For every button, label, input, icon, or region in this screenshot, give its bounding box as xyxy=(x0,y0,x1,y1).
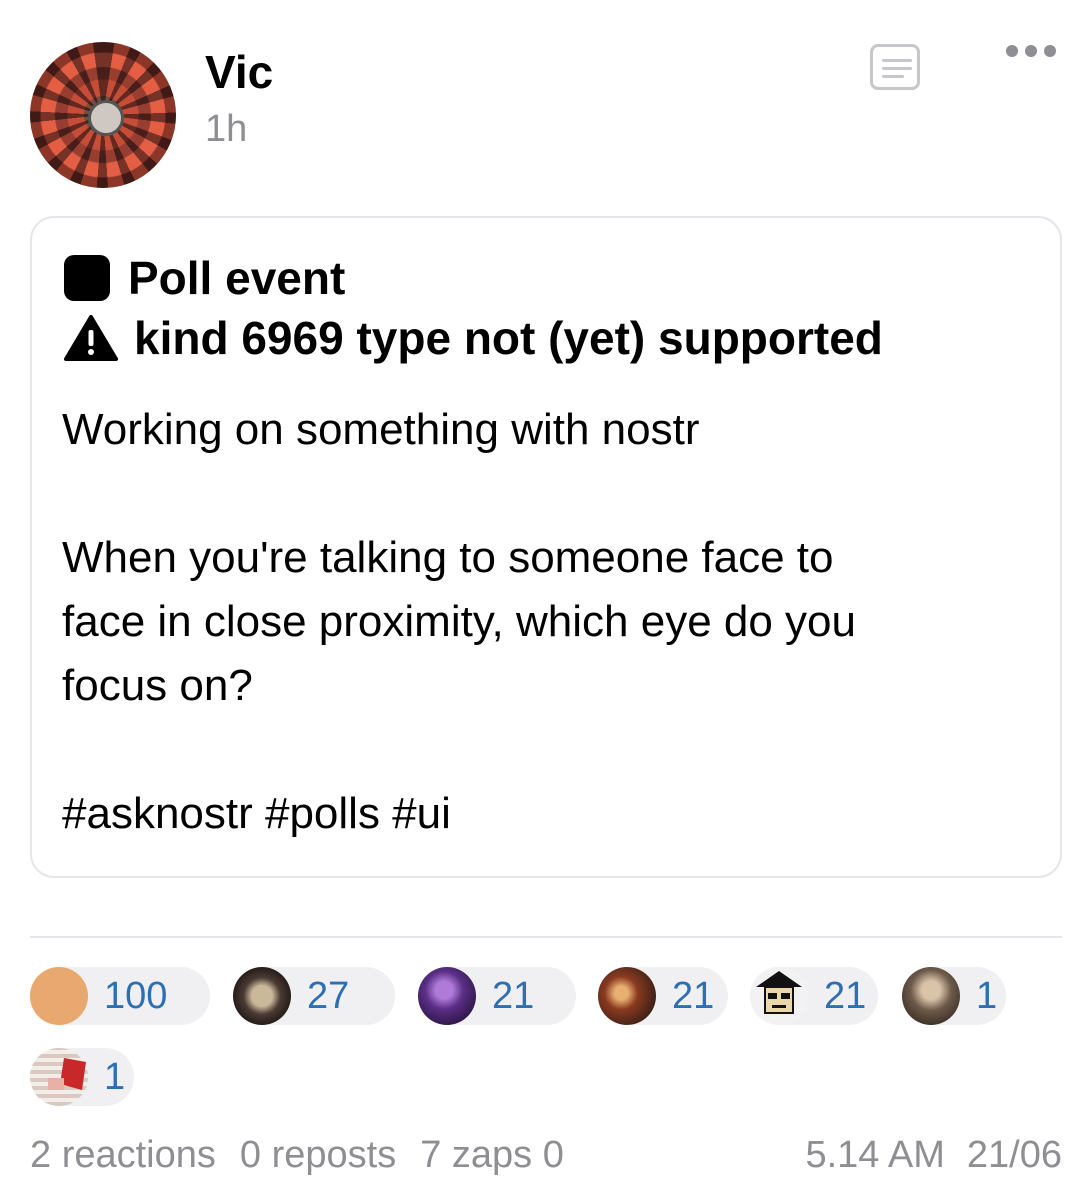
zap-amount: 1 xyxy=(104,1055,126,1098)
more-options-icon[interactable] xyxy=(1006,40,1062,62)
post-timestamp: 5.14 AM 21/06 xyxy=(783,1134,1062,1177)
zap-amount: 27 xyxy=(307,974,350,1017)
zapper-avatar xyxy=(750,967,808,1025)
hashtags-line[interactable]: #asknostr #polls #ui xyxy=(62,782,1032,846)
zapper-avatar xyxy=(902,967,960,1025)
unsupported-warning: kind 6969 type not (yet) supported xyxy=(64,308,883,368)
zap-pill[interactable]: 27 xyxy=(233,967,395,1025)
content-line xyxy=(62,462,1032,526)
warning-icon xyxy=(64,314,118,362)
zaps-count[interactable]: 7 zaps 0 xyxy=(420,1134,564,1176)
zapper-avatar xyxy=(598,967,656,1025)
zap-amount: 21 xyxy=(492,974,535,1017)
warning-text: kind 6969 type not (yet) supported xyxy=(134,312,883,364)
poll-header: Poll event xyxy=(64,248,345,308)
zapper-avatar xyxy=(30,967,88,1025)
post-stats: 2 reactions 0 reposts 7 zaps 0 xyxy=(30,1134,588,1177)
timestamp-time: 5.14 AM xyxy=(805,1134,945,1176)
zap-pill[interactable]: 1 xyxy=(30,1048,134,1106)
zap-amount: 1 xyxy=(976,974,998,1017)
reactions-count[interactable]: 2 reactions xyxy=(30,1134,216,1176)
poll-title: Poll event xyxy=(128,252,346,304)
post-card: Poll event kind 6969 type not (yet) supp… xyxy=(30,216,1062,878)
view-source-icon[interactable] xyxy=(870,44,920,90)
post-time: 1h xyxy=(205,108,248,150)
zapper-avatar xyxy=(30,1048,88,1106)
zap-amount: 100 xyxy=(104,974,168,1017)
author-name[interactable]: Vic xyxy=(205,44,273,100)
divider xyxy=(30,936,1062,938)
zap-pill[interactable]: 21 xyxy=(750,967,878,1025)
zap-amount: 21 xyxy=(824,974,867,1017)
zapper-avatar xyxy=(418,967,476,1025)
zap-amount: 21 xyxy=(672,974,715,1017)
timestamp-date: 21/06 xyxy=(966,1134,1062,1176)
zap-pill[interactable]: 1 xyxy=(902,967,1006,1025)
content-line: When you're talking to someone face to xyxy=(62,533,834,582)
post-content: Working on something with nostr When you… xyxy=(62,398,1032,846)
reposts-count[interactable]: 0 reposts xyxy=(240,1134,396,1176)
author-avatar[interactable] xyxy=(30,42,176,188)
zapper-avatar xyxy=(233,967,291,1025)
poll-square-icon xyxy=(64,255,110,301)
content-line: face in close proximity, which eye do yo… xyxy=(62,597,856,646)
content-line xyxy=(62,718,1032,782)
zap-pill[interactable]: 21 xyxy=(418,967,576,1025)
zap-pill[interactable]: 21 xyxy=(598,967,728,1025)
content-line: Working on something with nostr xyxy=(62,405,700,454)
content-line: focus on? xyxy=(62,661,253,710)
zap-pill[interactable]: 100 xyxy=(30,967,210,1025)
